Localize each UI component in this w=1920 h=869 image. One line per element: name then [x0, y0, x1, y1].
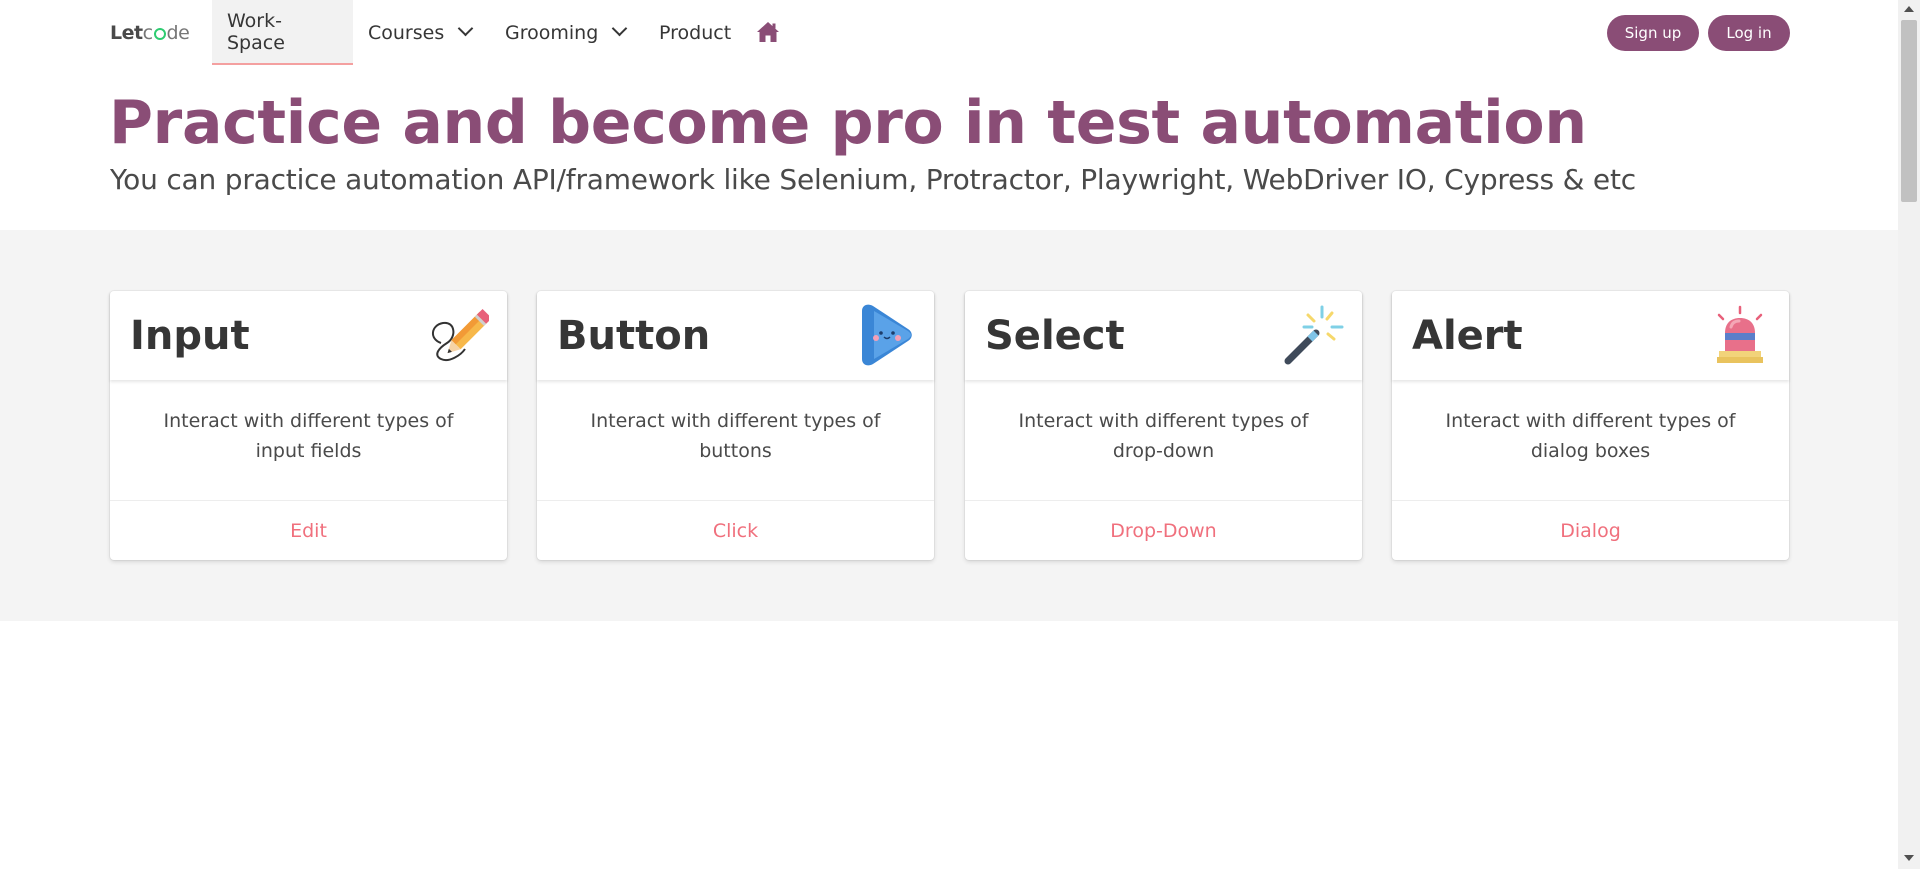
dialog-link-label: Dialog [1560, 520, 1621, 542]
click-link-label: Click [712, 520, 759, 542]
nav-courses[interactable]: Courses [353, 0, 486, 65]
card-select: Select Interact with different types of … [965, 291, 1362, 560]
card-input: Input Interact with different types of i… [110, 291, 507, 560]
card-description: Interact with different types of dialog … [1445, 410, 1736, 462]
dropdown-link-label: Drop-Down [1110, 520, 1217, 542]
card-body: Interact with different types of dialog … [1392, 381, 1789, 491]
logo[interactable]: Let c de [110, 20, 190, 46]
chevron-down-icon [457, 20, 474, 37]
card-body: Interact with different types of drop-do… [965, 381, 1362, 491]
card-description: Interact with different types of input f… [163, 410, 454, 462]
nav-courses-label: Courses [368, 21, 445, 44]
nav-workspace-label: Work-Space [227, 9, 285, 54]
card-description: Interact with different types of buttons [590, 410, 881, 462]
logo-text-bold: Let [110, 22, 143, 44]
play-button-icon [862, 304, 912, 366]
card-title: Input [130, 313, 250, 359]
edit-link[interactable]: Edit [110, 500, 507, 561]
card-button: Button Interact with different types of … [537, 291, 934, 560]
dialog-link[interactable]: Dialog [1392, 500, 1789, 561]
dropdown-link[interactable]: Drop-Down [965, 500, 1362, 561]
login-label: Log in [1726, 24, 1772, 42]
logo-ring-icon [153, 28, 166, 40]
magic-wand-icon [1284, 305, 1344, 365]
click-link[interactable]: Click [537, 500, 934, 561]
pencil-icon [432, 308, 489, 361]
page-title: Practice and become pro in test automati… [109, 88, 1587, 158]
chevron-down-icon [611, 20, 628, 37]
scroll-up-icon[interactable] [1904, 6, 1914, 12]
card-alert: Alert Interact with different types of d… [1392, 291, 1789, 560]
card-title: Alert [1412, 313, 1523, 359]
card-header: Alert [1392, 291, 1789, 380]
nav-grooming-label: Grooming [505, 21, 599, 44]
card-header: Select [965, 291, 1362, 380]
logo-text-c: c [142, 22, 153, 44]
page-subtitle: You can practice automation API/framewor… [110, 163, 1636, 196]
card-header: Button [537, 291, 934, 380]
navbar: Let c de Work-Space Courses Grooming Produ… [0, 0, 1898, 65]
edit-link-label: Edit [290, 520, 327, 542]
login-button[interactable]: Log in [1708, 15, 1790, 51]
nav-product-label: Product [659, 21, 732, 44]
signup-label: Sign up [1624, 24, 1682, 42]
card-title: Button [557, 313, 711, 359]
home-icon[interactable] [756, 21, 780, 43]
scroll-down-icon[interactable] [1904, 855, 1914, 861]
nav-product[interactable]: Product [644, 0, 746, 65]
card-description: Interact with different types of drop-do… [1018, 410, 1309, 462]
card-header: Input [110, 291, 507, 380]
signup-button[interactable]: Sign up [1607, 15, 1699, 51]
siren-icon [1717, 305, 1763, 363]
card-body: Interact with different types of buttons [537, 381, 934, 491]
scrollbar-thumb[interactable] [1901, 20, 1917, 202]
nav-grooming[interactable]: Grooming [490, 0, 640, 65]
card-title: Select [985, 313, 1125, 359]
logo-text-de: de [166, 22, 190, 44]
card-body: Interact with different types of input f… [110, 381, 507, 491]
nav-workspace[interactable]: Work-Space [212, 0, 353, 65]
